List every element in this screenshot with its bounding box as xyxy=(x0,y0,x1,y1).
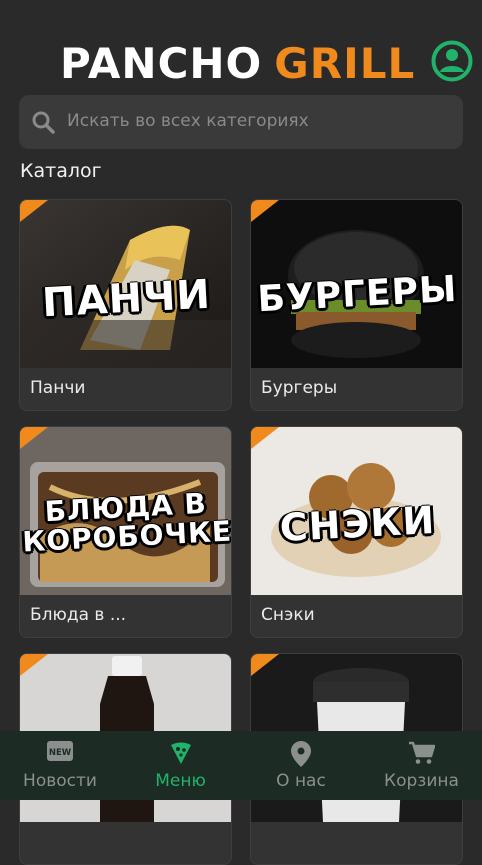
category-corner-tag xyxy=(20,200,48,222)
category-label-snacks: Снэки xyxy=(261,605,315,625)
new-badge-text: NEW xyxy=(49,748,72,758)
category-card-snacks[interactable]: СНЭКИ Снэки xyxy=(250,426,463,638)
pizza-slice-icon xyxy=(169,741,193,769)
app-header: PANCHO GRILL xyxy=(0,0,482,95)
category-image-snacks: СНЭКИ xyxy=(251,427,462,595)
category-card-panchi[interactable]: ПАНЧИ Панчи xyxy=(19,199,232,411)
location-pin-icon xyxy=(291,741,311,771)
catalog-title: Каталог xyxy=(20,160,102,182)
category-overlay-boxed-dishes: БЛЮДА В КОРОБОЧКЕ xyxy=(20,487,231,559)
nav-label-cart: Корзина xyxy=(384,771,459,791)
category-corner-tag xyxy=(20,427,48,449)
category-image-boxed-dishes: БЛЮДА В КОРОБОЧКЕ xyxy=(20,427,231,595)
logo-text-grill: GRILL xyxy=(274,39,416,88)
new-badge-icon: NEW xyxy=(47,741,73,765)
profile-icon[interactable] xyxy=(431,40,473,82)
nav-label-menu: Меню xyxy=(155,771,206,791)
nav-item-cart[interactable]: Корзина xyxy=(361,731,482,800)
nav-label-about: О нас xyxy=(276,771,326,791)
category-card-burgers[interactable]: БУРГЕРЫ Бургеры xyxy=(250,199,463,411)
category-card-boxed-dishes[interactable]: БЛЮДА В КОРОБОЧКЕ Блюда в ... xyxy=(19,426,232,638)
category-label-boxed-dishes: Блюда в ... xyxy=(30,605,127,625)
shopping-cart-icon xyxy=(408,741,435,769)
search-bar[interactable]: Искать во всех категориях xyxy=(19,95,463,149)
category-image-burgers: БУРГЕРЫ xyxy=(251,200,462,368)
category-corner-tag xyxy=(251,654,279,676)
category-corner-tag xyxy=(251,200,279,222)
category-image-panchi: ПАНЧИ xyxy=(20,200,231,368)
category-label-burgers: Бургеры xyxy=(261,378,338,398)
nav-item-about[interactable]: О нас xyxy=(241,731,361,800)
search-icon xyxy=(31,110,55,134)
category-label-panchi: Панчи xyxy=(30,378,86,398)
nav-item-menu[interactable]: Меню xyxy=(120,731,241,800)
nav-item-news[interactable]: NEW Новости xyxy=(0,731,120,800)
bottom-navigation: NEW Новости Меню О нас Корзина xyxy=(0,731,482,800)
category-overlay-panchi: ПАНЧИ xyxy=(41,271,212,327)
nav-label-news: Новости xyxy=(23,771,97,791)
logo-text-pancho: PANCHO xyxy=(60,39,263,88)
category-corner-tag xyxy=(251,427,279,449)
search-input[interactable]: Искать во всех категориях xyxy=(67,111,309,131)
pancho-grill-logo: PANCHO GRILL xyxy=(60,40,415,88)
category-corner-tag xyxy=(20,654,48,676)
